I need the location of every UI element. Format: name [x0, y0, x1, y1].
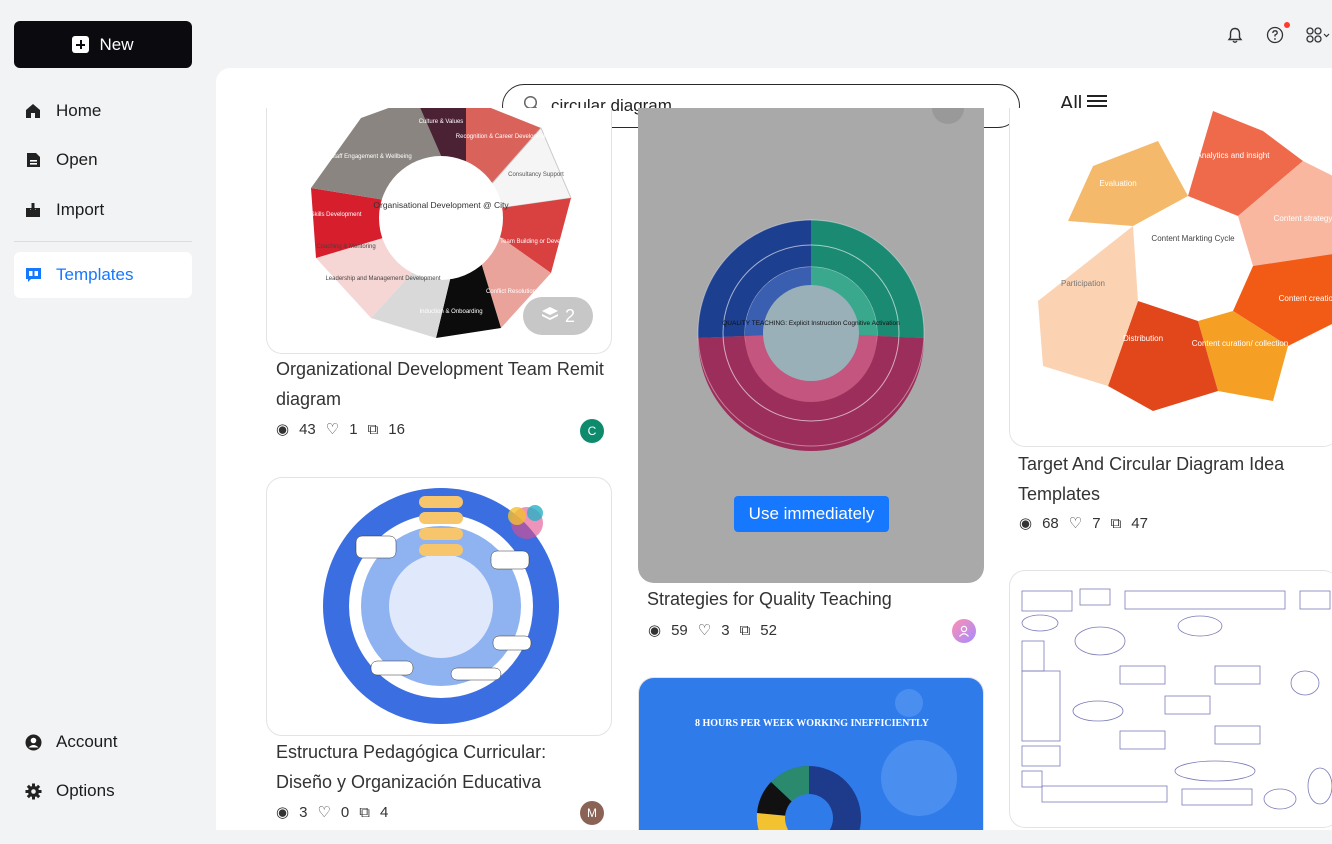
diagram-segment-label: Leadership and Management Development: [325, 276, 440, 282]
sidebar-item-label: Home: [56, 101, 102, 120]
bell-icon[interactable]: [1224, 24, 1246, 46]
main-content: All Organisational Development @ City: [216, 68, 1332, 830]
template-card-title[interactable]: Organizational Development Team Remit di…: [276, 354, 606, 414]
user-avatar-icon: [959, 625, 969, 637]
copies-count: 52: [760, 621, 777, 639]
diagram-segment-label: Distribution: [1123, 334, 1163, 343]
sidebar-item-home[interactable]: Home: [14, 88, 192, 134]
sidebar-item-label: Open: [56, 150, 98, 169]
eye-icon: ◉: [276, 804, 290, 821]
use-immediately-button[interactable]: Use immediately: [734, 496, 889, 532]
views-count: 43: [299, 420, 316, 438]
template-card-thumbnail[interactable]: Content Markting Cycle Evaluation Analyt…: [1009, 108, 1332, 447]
sidebar-item-label: Import: [56, 200, 105, 219]
copy-icon: ⧉: [367, 420, 379, 438]
template-card-stats: ◉ 43 ♡ 1 ⧉ 16: [276, 420, 405, 439]
diagram-center-text: Content Markting Cycle: [1151, 234, 1235, 243]
sidebar-item-options[interactable]: Options: [14, 768, 192, 814]
file-icon: [24, 151, 42, 169]
diagram-segment-label: Coaching & Mentoring: [316, 244, 375, 250]
avatar[interactable]: M: [580, 801, 604, 825]
help-icon[interactable]: [1264, 22, 1290, 46]
diagram-segment-label: Recognition & Career Development: [456, 134, 551, 140]
diagram-segment-label: Content creation: [1279, 294, 1332, 303]
donut-infographic: 8 HOURS PER WEEK WORKING INEFFICIENTLY: [695, 689, 957, 830]
gear-icon: [24, 782, 42, 800]
template-card-title[interactable]: Strategies for Quality Teaching: [647, 584, 977, 614]
template-card-thumbnail[interactable]: 8 HOURS PER WEEK WORKING INEFFICIENTLY: [638, 677, 984, 830]
copies-count: 47: [1131, 514, 1148, 532]
layers-badge: 2: [523, 297, 593, 335]
views-count: 68: [1042, 514, 1059, 532]
templates-icon: [24, 266, 42, 284]
sidebar-item-label: Templates: [56, 265, 134, 284]
heart-icon: ♡: [697, 622, 712, 639]
floor-plan-diagram: [1021, 588, 1332, 810]
new-button-label: New: [99, 34, 134, 54]
template-card-thumbnail[interactable]: [1009, 570, 1332, 828]
diagram-segment-label: Staff Engagement & Wellbeing: [330, 154, 412, 160]
template-card-thumbnail[interactable]: [266, 477, 612, 736]
template-card-stats: ◉ 59 ♡ 3 ⧉ 52: [648, 621, 777, 640]
views-count: 3: [299, 803, 308, 821]
views-count: 59: [671, 621, 688, 639]
sidebar-item-open[interactable]: Open: [14, 137, 192, 183]
eye-icon: ◉: [276, 421, 290, 438]
template-card-stats: ◉ 68 ♡ 7 ⧉ 47: [1019, 514, 1148, 533]
copies-count: 16: [388, 420, 405, 438]
template-card-thumbnail[interactable]: Organisational Development @ City Cultur…: [266, 108, 612, 354]
diagram-segment-label: Analytics and insight: [1197, 151, 1271, 160]
sidebar-item-account[interactable]: Account: [14, 719, 192, 765]
diagram-segment-label: Participation: [1061, 279, 1105, 288]
apps-grid-icon[interactable]: [1304, 24, 1332, 46]
template-card-title[interactable]: Target And Circular Diagram Idea Templat…: [1018, 449, 1332, 509]
copy-icon: ⧉: [359, 803, 370, 821]
copies-count: 4: [379, 803, 389, 821]
heart-icon: ♡: [317, 804, 331, 821]
account-icon: [24, 733, 42, 751]
diagram-segment-label: Skills Development: [310, 212, 361, 218]
sidebar-item-label: Account: [56, 732, 118, 751]
diagram-center-text: Organisational Development @ City: [373, 200, 509, 210]
copy-icon: ⧉: [739, 621, 751, 639]
likes-count: 3: [721, 621, 730, 639]
heart-icon: ♡: [1068, 515, 1083, 532]
top-toolbar: [1224, 22, 1332, 46]
infographic-heading: 8 HOURS PER WEEK WORKING INEFFICIENTLY: [695, 718, 930, 729]
template-card-stats: ◉ 3 ♡ 0 ⧉ 4: [276, 803, 389, 822]
sidebar-divider: [14, 241, 192, 242]
template-card-thumbnail-hover[interactable]: QUALITY TEACHING: Explicit Instruction C…: [638, 108, 984, 583]
likes-count: 7: [1092, 514, 1101, 532]
heart-icon: ♡: [325, 421, 340, 438]
layers-count: 2: [564, 305, 575, 326]
import-icon: [24, 201, 42, 219]
avatar[interactable]: C: [580, 419, 604, 443]
home-icon: [24, 102, 42, 120]
avatar[interactable]: [952, 619, 976, 643]
diagram-segment-label: Conflict Resolution: [486, 289, 536, 295]
eye-icon: ◉: [648, 622, 662, 639]
diagram-segment-label: Team Building or Development: [500, 239, 582, 245]
diagram-segment-label: Consultancy Support: [508, 172, 564, 178]
diagram-segment-label: Content curation/ collection: [1192, 339, 1289, 348]
diagram-center-text: QUALITY TEACHING: Explicit Instruction C…: [722, 320, 900, 327]
diagram-segment-label: Culture & Values: [419, 119, 464, 125]
sidebar-item-templates[interactable]: Templates: [14, 252, 192, 298]
copy-icon: ⧉: [1110, 514, 1122, 532]
concentric-diagram: [323, 488, 559, 724]
sidebar-item-label: Options: [56, 781, 115, 800]
diagram-segment-label: Evaluation: [1099, 179, 1136, 188]
sidebar-item-import[interactable]: Import: [14, 187, 192, 233]
likes-count: 1: [349, 420, 358, 438]
new-button[interactable]: New: [14, 21, 192, 68]
cycle-diagram: Content Markting Cycle Evaluation Analyt…: [1038, 111, 1332, 411]
notification-dot: [1284, 22, 1290, 28]
layers-icon: [541, 306, 559, 327]
diagram-segment-label: Content strategy: [1274, 214, 1332, 223]
likes-count: 0: [340, 803, 350, 821]
diagram-segment-label: Induction & Onboarding: [419, 309, 482, 315]
plus-icon: [72, 36, 90, 53]
template-card-title[interactable]: Estructura Pedagógica Curricular: Diseño…: [276, 737, 606, 797]
eye-icon: ◉: [1019, 515, 1033, 532]
